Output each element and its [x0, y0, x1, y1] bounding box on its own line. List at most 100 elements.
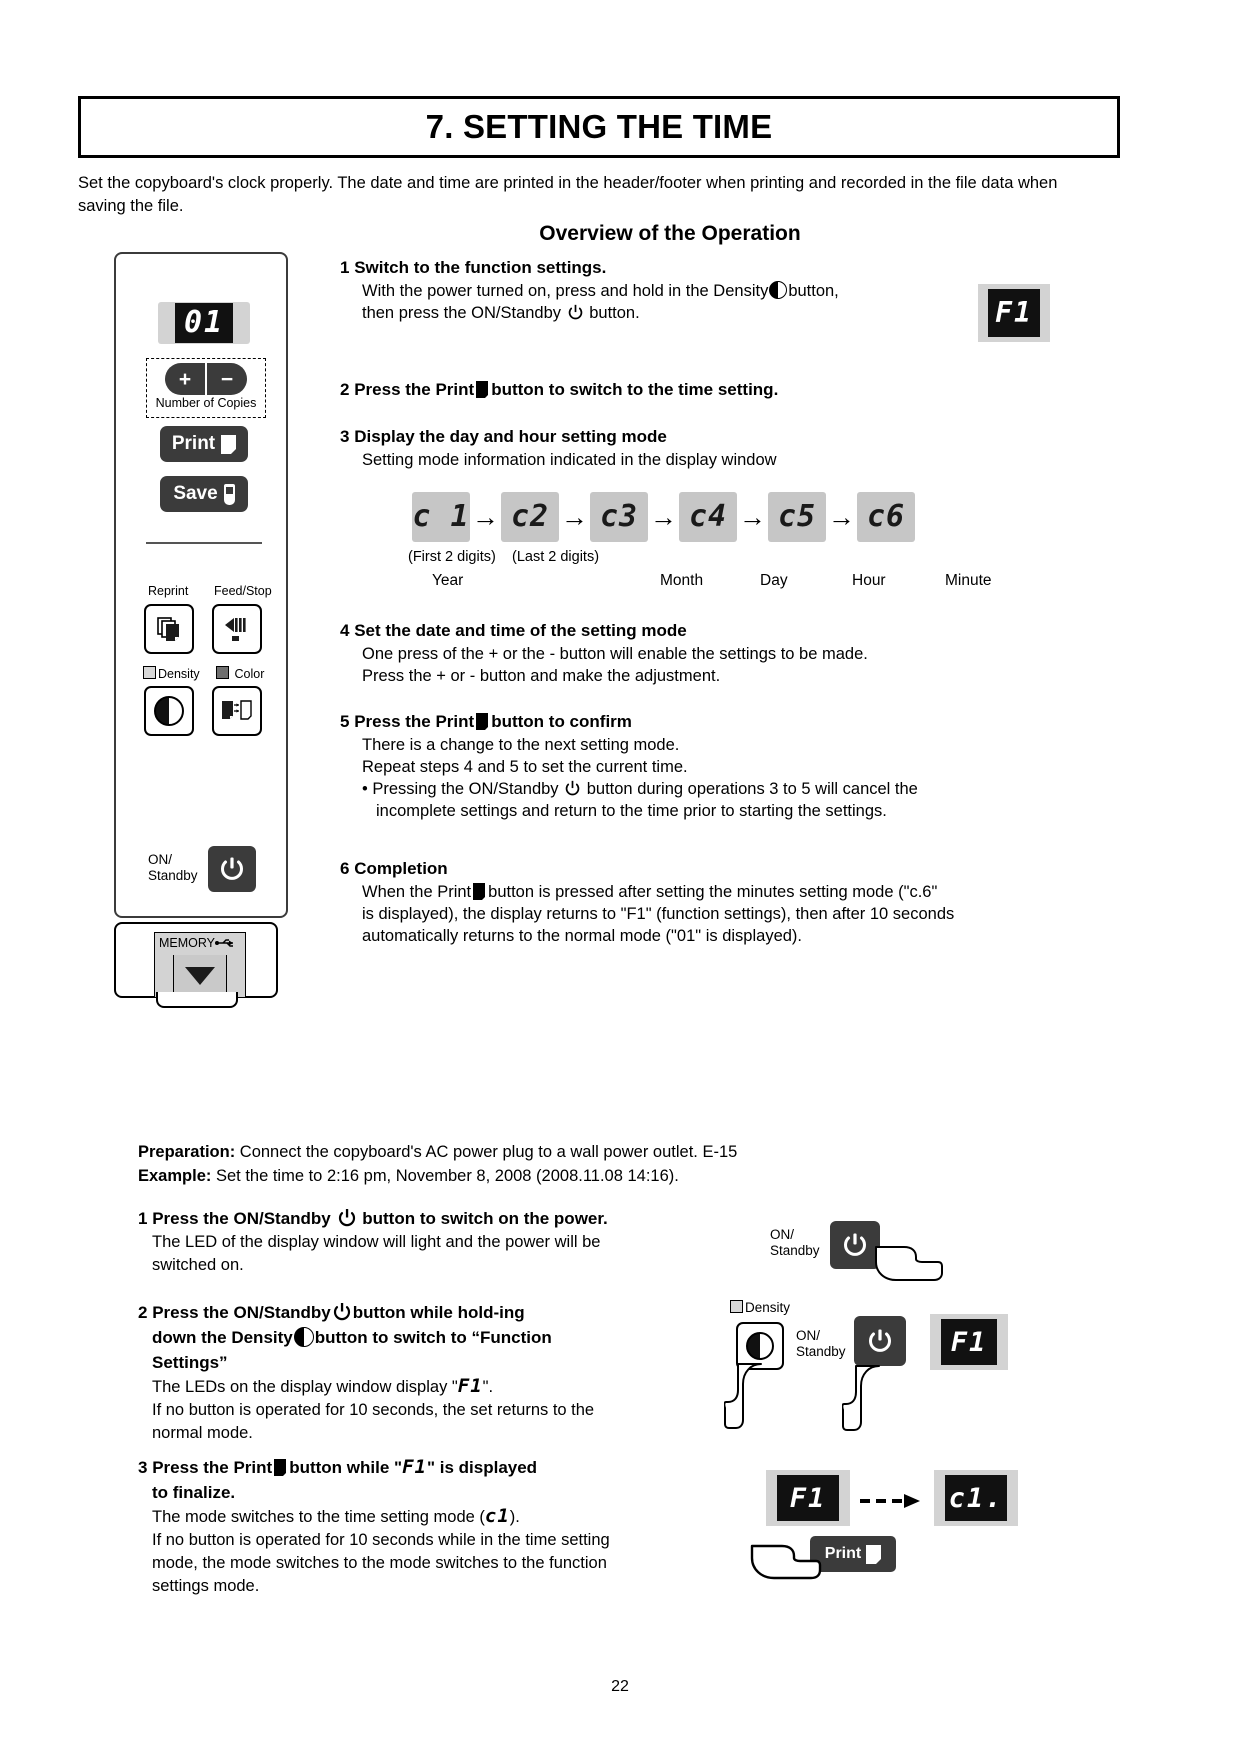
paper-icon: [866, 1544, 882, 1564]
bottom-step-1-body: The LED of the display window will light…: [152, 1233, 601, 1274]
bottom-step-2-illustration: Density ON/ Standby F1: [724, 1300, 1050, 1470]
plus-button[interactable]: +: [165, 363, 205, 395]
mode-sequence-diagram: c 1 → c2 → c3 → c4 → c5 → c6: [412, 492, 915, 542]
color-button[interactable]: [212, 686, 262, 736]
print-glyph-icon: [473, 883, 487, 901]
density-icon: [154, 696, 184, 726]
usb-memory-icon: [223, 483, 235, 505]
usb-symbol-icon: [215, 939, 234, 947]
mode-chip: c 1: [412, 492, 470, 542]
memory-slot: [173, 955, 227, 997]
density-indicator-icon: [143, 666, 156, 679]
density-glyph-icon: [769, 281, 788, 299]
feed-stop-button[interactable]: [212, 604, 262, 654]
preparation-block: Preparation: Connect the copyboard's AC …: [138, 1140, 737, 1188]
power-glyph-icon: [568, 304, 582, 320]
density-icon: [746, 1332, 774, 1360]
color-label: Color: [234, 667, 265, 681]
pointing-hand-icon: [875, 1246, 943, 1281]
sequence-arrow-icon: →: [561, 501, 588, 532]
pointing-hand-icon: [724, 1363, 762, 1429]
display-window-screen: 01: [175, 303, 233, 343]
on-standby-button[interactable]: [208, 846, 256, 892]
density-glyph-icon: [293, 1327, 314, 1347]
pointing-hand-icon: [750, 1544, 822, 1580]
print-glyph-icon: [274, 1459, 288, 1477]
overview-step-6: 6 Completion When the Print button is pre…: [340, 857, 1030, 947]
page-title-box: 7. SETTING THE TIME: [78, 96, 1120, 158]
print-glyph-icon: [476, 713, 490, 731]
memory-tray: MEMORY: [114, 922, 278, 998]
page-title: 7. SETTING THE TIME: [425, 108, 773, 145]
power-glyph-icon: [338, 1209, 355, 1227]
sequence-arrow-icon: →: [828, 501, 855, 532]
pointing-hand-icon: [842, 1365, 880, 1431]
power-glyph-icon: [333, 1303, 350, 1321]
number-of-copies-label: Number of Copies: [155, 396, 257, 410]
reprint-button[interactable]: [144, 604, 194, 654]
bottom-step-3: 3 Press the Print button while "F1" is di…: [138, 1455, 658, 1598]
power-icon: [221, 857, 243, 880]
overview-step-1-body: With the power turned on, press and hold…: [362, 281, 839, 322]
mode-chip: c5: [768, 492, 826, 542]
bottom-step-3-heading: 3 Press the Print button while "F1" is di…: [138, 1456, 538, 1502]
mode-chip: c2: [501, 492, 559, 542]
overview-step-3: 3 Display the day and hour setting mode …: [340, 425, 940, 471]
overview-step-1: 1 Switch to the function settings. With …: [340, 256, 900, 324]
overview-step-6-body: When the Print button is pressed after se…: [362, 883, 955, 945]
feed-stop-label: Feed/Stop: [214, 584, 272, 598]
sequence-arrow-icon: →: [650, 501, 677, 532]
save-button[interactable]: Save: [160, 476, 248, 512]
overview-step-4-heading: 4 Set the date and time of the setting m…: [340, 621, 687, 640]
number-of-copies-group: + − Number of Copies: [146, 358, 266, 418]
bottom-step-1: 1 Press the ON/Standby button to switch …: [138, 1206, 698, 1277]
bottom-step-2-body: The LEDs on the display window display "…: [152, 1375, 595, 1442]
illus2-f1-badge: F1: [930, 1314, 1008, 1370]
sequence-arrow-icon: →: [739, 501, 766, 532]
print-glyph-icon: [476, 381, 490, 399]
color-convert-icon: [222, 700, 252, 720]
intro-paragraph: Set the copyboard's clock properly. The …: [78, 174, 1058, 215]
c1-inline-display: c1: [484, 1505, 510, 1527]
power-icon: [844, 1233, 866, 1256]
overview-step-5-heading: 5 Press the Print button to confirm: [340, 712, 632, 731]
illus1-power-button[interactable]: [830, 1221, 880, 1269]
overview-step-1-heading: 1 Switch to the function settings.: [340, 258, 607, 277]
density-indicator-icon: [730, 1300, 743, 1313]
f1-inline-display: F1: [402, 1456, 427, 1478]
display-window: 01: [158, 302, 250, 344]
print-button-label: Print: [171, 433, 216, 454]
overview-step-3-body: Setting mode information indicated in th…: [362, 451, 777, 469]
overview-step-6-heading: 6 Completion: [340, 859, 448, 878]
overview-step-5: 5 Press the Print button to confirm There…: [340, 710, 1000, 822]
illus2-power-button[interactable]: [854, 1316, 906, 1366]
memory-slot-panel: MEMORY: [154, 932, 246, 998]
bottom-step-2-heading: 2 Press the ON/Standby button while hold…: [138, 1303, 552, 1372]
reprint-icon: [157, 617, 179, 641]
copyboard-control-panel: 01 + − Number of Copies Print Save Repri…: [114, 252, 288, 918]
first-digits-note: (First 2 digits): [408, 549, 496, 565]
overview-step-2-heading: 2 Press the Print button to switch to the…: [340, 380, 779, 399]
reprint-label: Reprint: [148, 584, 189, 598]
density-button[interactable]: [144, 686, 194, 736]
memory-tray-foot: [156, 992, 238, 1008]
save-button-label: Save: [173, 483, 218, 504]
color-indicator-icon: [216, 666, 229, 679]
mode-chip: c4: [679, 492, 737, 542]
minus-button[interactable]: −: [207, 363, 247, 395]
memory-label: MEMORY: [159, 936, 216, 950]
bottom-step-1-heading: 1 Press the ON/Standby button to switch …: [138, 1209, 608, 1228]
print-button[interactable]: Print: [160, 426, 248, 462]
unit-hour-label: Hour: [852, 572, 886, 589]
illus2-density-label-row: Density: [730, 1300, 790, 1316]
preparation-line: Preparation: Connect the copyboard's AC …: [138, 1140, 737, 1164]
mode-chip: c3: [590, 492, 648, 542]
overview-step-5-body: There is a change to the next setting mo…: [362, 736, 918, 820]
overview-step-4: 4 Set the date and time of the setting m…: [340, 619, 980, 687]
illus2-onstandby-label: ON/ Standby: [796, 1328, 846, 1359]
feed-stop-icon: [225, 618, 246, 641]
overview-step-2: 2 Press the Print button to switch to the…: [340, 378, 940, 402]
example-label: Example:: [138, 1167, 212, 1185]
bottom-step-3-body: The mode switches to the time setting mo…: [152, 1505, 610, 1595]
illus3-to-badge: c1.: [934, 1470, 1018, 1526]
